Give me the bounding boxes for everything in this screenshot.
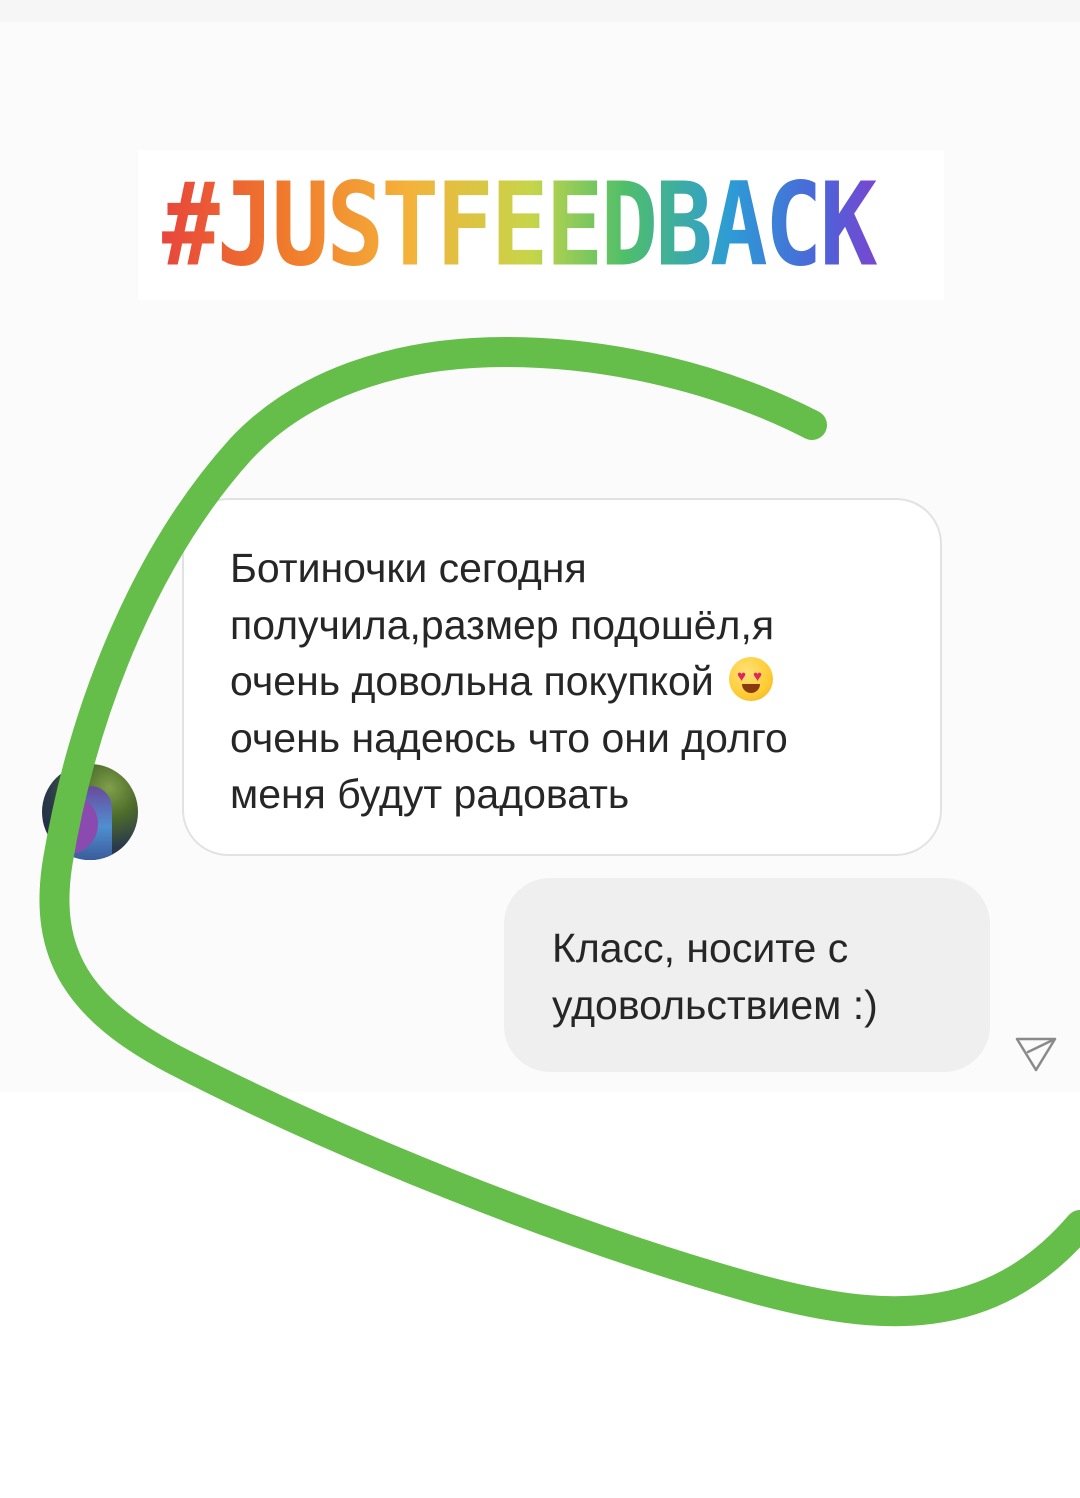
avatar[interactable] (42, 764, 138, 860)
heart-eyes-emoji-icon: ♥ ♥ (729, 657, 774, 701)
message-line: получила,размер подошёл,я (230, 601, 775, 648)
outgoing-message-text: Класс, носите с удовольствием :) (552, 920, 972, 1033)
message-line: удовольствием :) (552, 981, 878, 1028)
message-line: очень довольна покупкой (230, 658, 714, 704)
message-line: очень надеюсь что они долго (230, 714, 788, 761)
hashtag-title: #JUSTFEEDBACK (162, 147, 932, 303)
avatar-photo (68, 786, 112, 860)
incoming-message-text: Ботиночки сегодня получила,размер подошёл… (230, 540, 920, 823)
message-line: Ботиночки сегодня (230, 545, 587, 591)
top-bar (0, 0, 1080, 22)
message-line: меня будут радовать (230, 771, 630, 817)
message-line: Класс, носите с (552, 925, 849, 971)
send-icon[interactable] (1014, 1030, 1058, 1074)
